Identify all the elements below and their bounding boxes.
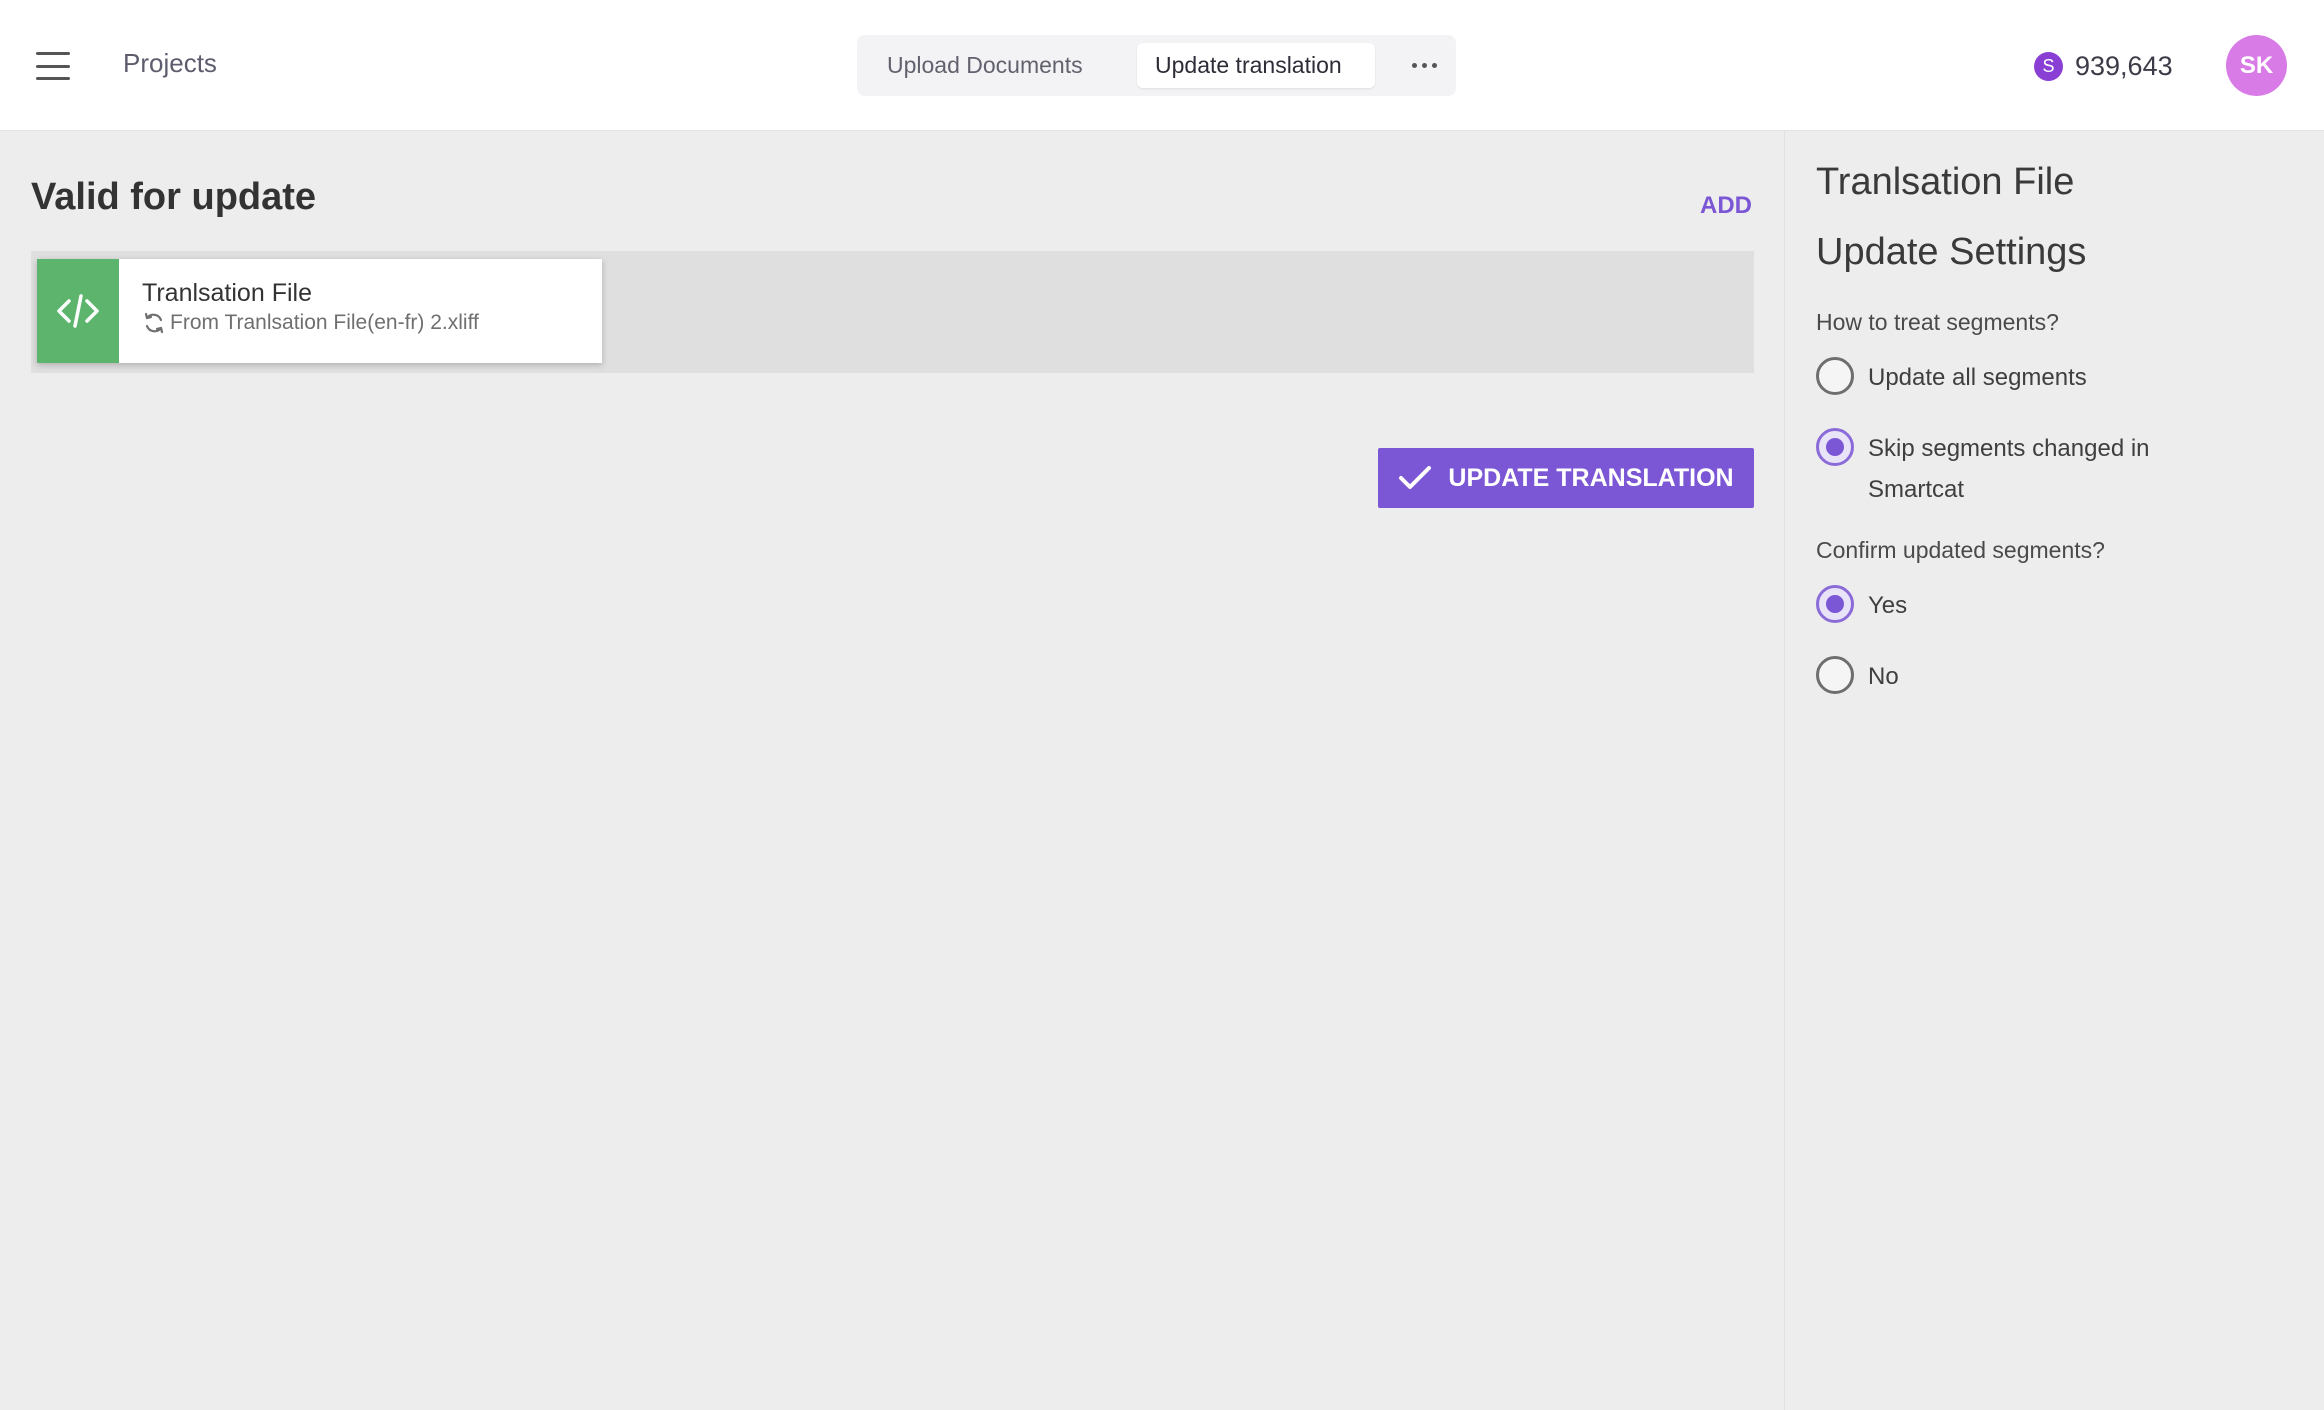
radio-button-checked[interactable]	[1816, 585, 1854, 623]
more-horizontal-icon[interactable]	[1402, 43, 1447, 88]
radio-label-line2: Smartcat	[1868, 476, 1965, 503]
radio-confirm-yes[interactable]: Yes	[1816, 585, 1907, 626]
segments-question: How to treat segments?	[1816, 309, 2059, 335]
radio-label: No	[1868, 663, 1899, 690]
top-bar: Projects Upload Documents Update transla…	[0, 0, 2324, 131]
radio-button[interactable]	[1816, 357, 1854, 395]
avatar[interactable]: SK	[2226, 35, 2287, 96]
radio-skip-changed-segments[interactable]: Skip segments changed in Smartcat	[1816, 428, 2150, 510]
radio-button-checked[interactable]	[1816, 428, 1854, 466]
radio-update-all-segments[interactable]: Update all segments	[1816, 357, 2087, 398]
radio-label-line1: Skip segments changed in	[1868, 435, 2150, 462]
radio-label: Yes	[1868, 592, 1908, 619]
tab-upload-documents[interactable]: Upload Documents	[869, 43, 1101, 88]
tab-bar: Upload Documents Update translation	[857, 35, 1456, 96]
update-translation-label: UPDATE TRANSLATION	[1448, 463, 1734, 492]
hamburger-menu-icon[interactable]	[36, 52, 70, 80]
radio-confirm-no[interactable]: No	[1816, 656, 1899, 697]
sync-icon	[144, 312, 164, 334]
files-drop-zone: Tranlsation File From Tranlsation File(e…	[31, 251, 1754, 373]
tab-update-translation[interactable]: Update translation	[1137, 43, 1375, 88]
radio-label: Skip segments changed in Smartcat	[1868, 428, 2150, 510]
file-name: Tranlsation File	[142, 279, 312, 307]
settings-panel: Tranlsation File Update Settings How to …	[1784, 131, 2324, 1410]
balance-amount: 939,643	[2075, 50, 2173, 81]
balance-indicator[interactable]: S 939,643	[2034, 46, 2173, 86]
main-content: Valid for update ADD Tranlsation File Fr…	[0, 131, 1784, 1410]
radio-button[interactable]	[1816, 656, 1854, 694]
radio-label: Update all segments	[1868, 364, 2087, 391]
section-title: Valid for update	[31, 176, 317, 218]
file-source-text: From Tranlsation File(en-fr) 2.xliff	[170, 311, 479, 334]
update-translation-button[interactable]: UPDATE TRANSLATION	[1378, 448, 1754, 508]
file-card[interactable]: Tranlsation File From Tranlsation File(e…	[37, 259, 602, 363]
panel-title: Tranlsation File	[1816, 161, 2075, 203]
file-source: From Tranlsation File(en-fr) 2.xliff	[142, 311, 479, 335]
panel-subtitle: Update Settings	[1816, 231, 2087, 273]
projects-link[interactable]: Projects	[123, 48, 217, 79]
currency-icon: S	[2034, 51, 2063, 81]
code-icon	[37, 259, 119, 363]
checkmark-icon	[1399, 466, 1432, 489]
add-button[interactable]: ADD	[1700, 192, 1752, 220]
confirm-question: Confirm updated segments?	[1816, 537, 2105, 563]
